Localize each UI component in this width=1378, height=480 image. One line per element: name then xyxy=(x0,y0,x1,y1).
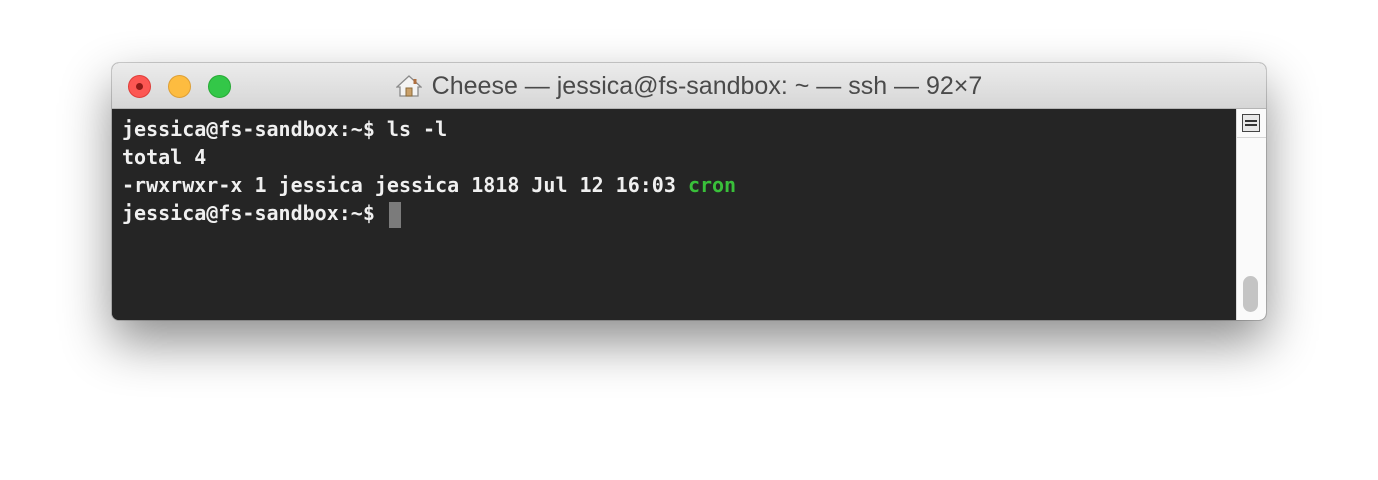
file-listing: -rwxrwxr-x 1 jessica jessica 1818 Jul 12… xyxy=(122,173,688,197)
terminal-line: jessica@fs-sandbox:~$ xyxy=(122,199,1236,228)
maximize-button[interactable] xyxy=(208,75,231,98)
scrollbar-divider xyxy=(1237,137,1266,138)
shell-prompt: jessica@fs-sandbox:~$ xyxy=(122,201,387,225)
window-title: Cheese — jessica@fs-sandbox: ~ — ssh — 9… xyxy=(431,71,983,100)
scrollbar-thumb[interactable] xyxy=(1243,276,1258,312)
terminal-line: jessica@fs-sandbox:~$ ls -l xyxy=(122,115,1236,143)
close-icon xyxy=(136,83,143,90)
window-title-area: Cheese — jessica@fs-sandbox: ~ — ssh — 9… xyxy=(112,63,1266,109)
terminal-output[interactable]: jessica@fs-sandbox:~$ ls -l total 4 -rwx… xyxy=(112,109,1236,320)
close-button[interactable] xyxy=(128,75,151,98)
terminal-window: Cheese — jessica@fs-sandbox: ~ — ssh — 9… xyxy=(112,63,1266,320)
terminal-line: total 4 xyxy=(122,143,1236,171)
terminal-line: -rwxrwxr-x 1 jessica jessica 1818 Jul 12… xyxy=(122,171,1236,199)
output-text: total 4 xyxy=(122,145,207,169)
command-text: ls -l xyxy=(386,117,448,141)
shell-prompt: jessica@fs-sandbox:~$ xyxy=(122,117,387,141)
vertical-scrollbar[interactable] xyxy=(1236,109,1266,320)
split-pane-icon[interactable] xyxy=(1242,114,1260,132)
minimize-button[interactable] xyxy=(168,75,191,98)
home-icon xyxy=(395,75,422,97)
title-bar[interactable]: Cheese — jessica@fs-sandbox: ~ — ssh — 9… xyxy=(112,63,1266,109)
text-cursor xyxy=(388,201,401,228)
executable-file-name: cron xyxy=(687,173,737,197)
